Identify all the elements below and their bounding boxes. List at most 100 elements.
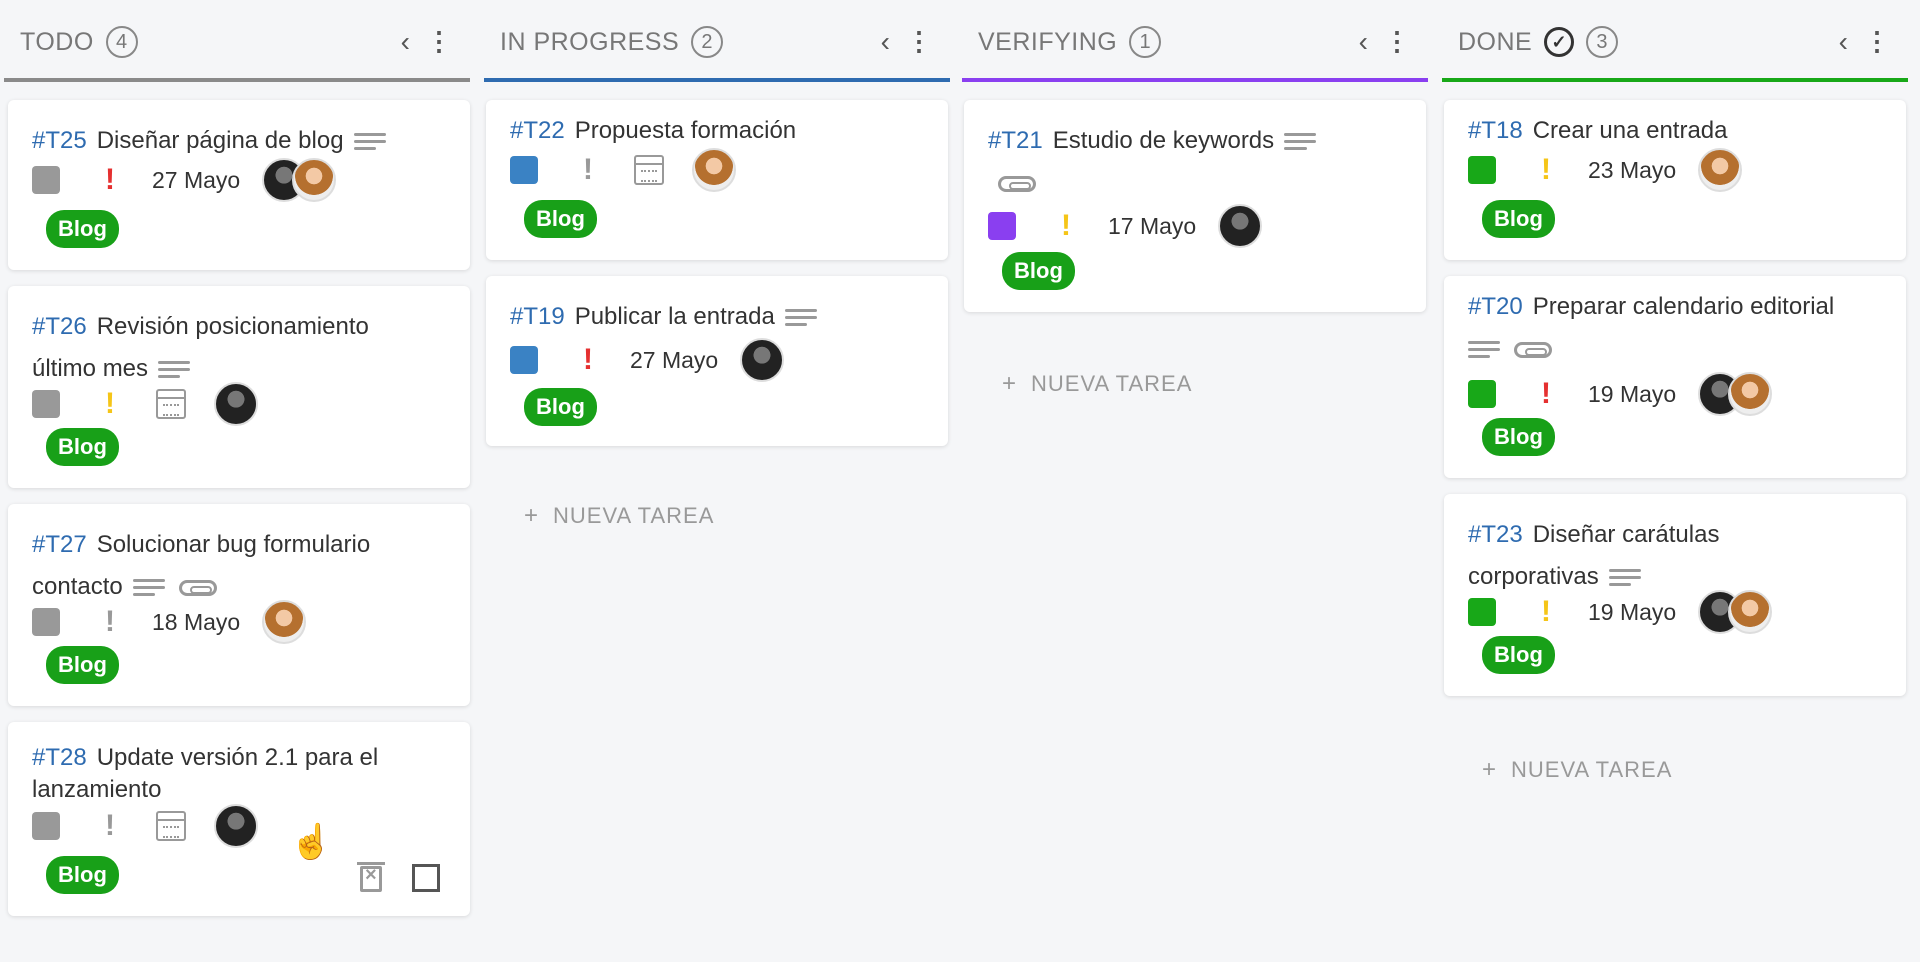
avatar-female-icon: [292, 158, 337, 202]
task-name-line2: lanzamiento: [32, 776, 162, 803]
collapse-chevron-icon[interactable]: ‹: [1839, 26, 1848, 58]
task-meta-row: !: [32, 804, 258, 848]
tag-blog[interactable]: Blog: [46, 428, 119, 466]
column-title-label: VERIFYING: [978, 27, 1118, 56]
tag-blog[interactable]: Blog: [524, 388, 597, 426]
task-name: Diseñar página de blog: [96, 127, 344, 154]
task-name: Revisión posicionamiento: [96, 313, 369, 340]
assignees[interactable]: [262, 600, 307, 644]
task-title: #T23 Diseñar carátulas corporativas: [1468, 514, 1888, 598]
task-card-t19[interactable]: #T19 Publicar la entrada ! 27 Mayo Blog: [486, 276, 948, 446]
more-options-icon[interactable]: ⋮: [1384, 26, 1410, 57]
due-date[interactable]: 19 Mayo: [1588, 599, 1676, 626]
tag-blog[interactable]: Blog: [46, 210, 119, 248]
tag-blog[interactable]: Blog: [1482, 418, 1555, 456]
task-title: #T22 Propuesta formación: [510, 110, 930, 152]
priority-medium-icon[interactable]: !: [1534, 155, 1558, 185]
task-id: #T20: [1468, 293, 1523, 320]
status-square-icon[interactable]: [510, 346, 538, 374]
new-task-button-verifying[interactable]: + NUEVA TAREA: [1002, 370, 1192, 398]
more-options-icon[interactable]: ⋮: [1864, 26, 1890, 57]
status-square-icon[interactable]: [32, 390, 60, 418]
tag-blog[interactable]: Blog: [1482, 200, 1555, 238]
status-square-icon[interactable]: [988, 212, 1016, 240]
task-card-t20[interactable]: #T20 Preparar calendario editorial ! 19 M…: [1444, 276, 1906, 478]
priority-medium-icon[interactable]: !: [1054, 211, 1078, 241]
description-icon: [158, 357, 191, 382]
tag-blog[interactable]: Blog: [46, 856, 119, 894]
task-card-t22[interactable]: #T22 Propuesta formación ! Blog: [486, 100, 948, 260]
due-date[interactable]: 27 Mayo: [152, 167, 240, 194]
description-icon: [1284, 129, 1317, 154]
task-name: Solucionar bug formulario: [96, 531, 371, 558]
due-date[interactable]: 19 Mayo: [1588, 381, 1676, 408]
status-square-icon[interactable]: [1468, 380, 1496, 408]
status-square-icon[interactable]: [32, 166, 60, 194]
priority-low-icon[interactable]: !: [98, 811, 122, 841]
status-square-icon[interactable]: [510, 156, 538, 184]
assignees[interactable]: [1698, 590, 1773, 634]
task-id: #T25: [32, 127, 87, 154]
assignees[interactable]: [740, 338, 785, 382]
calendar-icon[interactable]: [156, 389, 186, 419]
assignees[interactable]: [692, 148, 736, 192]
task-meta-row: ! 27 Mayo: [510, 338, 785, 382]
priority-low-icon[interactable]: !: [98, 607, 122, 637]
check-circle-icon: ✓: [1544, 27, 1575, 57]
task-card-t27[interactable]: #T27 Solucionar bug formulario contacto !…: [8, 504, 470, 706]
task-card-t18[interactable]: #T18 Crear una entrada ! 23 Mayo Blog: [1444, 100, 1906, 260]
delete-trash-icon[interactable]: [357, 862, 385, 892]
column-header-todo: TODO 4 ‹ ⋮: [4, 0, 470, 82]
assignees[interactable]: [1218, 204, 1263, 248]
new-task-button-done[interactable]: + NUEVA TAREA: [1482, 756, 1672, 784]
plus-icon: +: [1002, 370, 1018, 397]
assignees[interactable]: [214, 382, 258, 426]
collapse-chevron-icon[interactable]: ‹: [401, 26, 410, 58]
assignees[interactable]: [262, 158, 337, 202]
priority-medium-icon[interactable]: !: [98, 389, 122, 419]
task-card-t25[interactable]: #T25 Diseñar página de blog ! 27 Mayo Blo…: [8, 100, 470, 270]
tag-blog[interactable]: Blog: [46, 646, 119, 684]
avatar-male-icon: [740, 338, 785, 382]
task-card-t23[interactable]: #T23 Diseñar carátulas corporativas ! 19 …: [1444, 494, 1906, 696]
tag-blog[interactable]: Blog: [1482, 636, 1555, 674]
due-date[interactable]: 17 Mayo: [1108, 213, 1196, 240]
select-checkbox[interactable]: [412, 864, 440, 892]
priority-medium-icon[interactable]: !: [1534, 597, 1558, 627]
due-date[interactable]: 27 Mayo: [630, 347, 718, 374]
column-title-in-progress: IN PROGRESS 2: [500, 26, 724, 58]
calendar-icon[interactable]: [156, 811, 186, 841]
collapse-chevron-icon[interactable]: ‹: [1359, 26, 1368, 58]
collapse-chevron-icon[interactable]: ‹: [881, 26, 890, 58]
task-id: #T21: [988, 127, 1043, 154]
status-square-icon[interactable]: [32, 608, 60, 636]
assignees[interactable]: [1698, 372, 1773, 416]
task-count-badge: 1: [1129, 26, 1162, 58]
avatar-male-icon: [214, 804, 258, 848]
priority-high-icon[interactable]: !: [1534, 379, 1558, 409]
due-date[interactable]: 23 Mayo: [1588, 157, 1676, 184]
task-card-t28[interactable]: #T28 Update versión 2.1 para el lanzamien…: [8, 722, 470, 916]
priority-low-icon[interactable]: !: [576, 155, 600, 185]
new-task-button-in-progress[interactable]: + NUEVA TAREA: [524, 502, 714, 530]
new-task-label: NUEVA TAREA: [1031, 371, 1193, 396]
avatar-male-icon: [214, 382, 258, 426]
task-name-line2: corporativas: [1468, 563, 1599, 590]
task-title: #T20 Preparar calendario editorial: [1468, 286, 1888, 370]
tag-blog[interactable]: Blog: [524, 200, 597, 238]
status-square-icon[interactable]: [1468, 156, 1496, 184]
more-options-icon[interactable]: ⋮: [426, 26, 452, 57]
assignees[interactable]: [1698, 148, 1743, 192]
column-title-label: DONE: [1458, 27, 1533, 56]
priority-high-icon[interactable]: !: [98, 165, 122, 195]
priority-high-icon[interactable]: !: [576, 345, 600, 375]
due-date[interactable]: 18 Mayo: [152, 609, 240, 636]
assignees[interactable]: [214, 804, 258, 848]
more-options-icon[interactable]: ⋮: [906, 26, 932, 57]
calendar-icon[interactable]: [634, 155, 664, 185]
task-card-t26[interactable]: #T26 Revisión posicionamiento último mes …: [8, 286, 470, 488]
task-card-t21[interactable]: #T21 Estudio de keywords ! 17 Mayo Blog: [964, 100, 1426, 312]
status-square-icon[interactable]: [32, 812, 60, 840]
tag-blog[interactable]: Blog: [1002, 252, 1075, 290]
status-square-icon[interactable]: [1468, 598, 1496, 626]
